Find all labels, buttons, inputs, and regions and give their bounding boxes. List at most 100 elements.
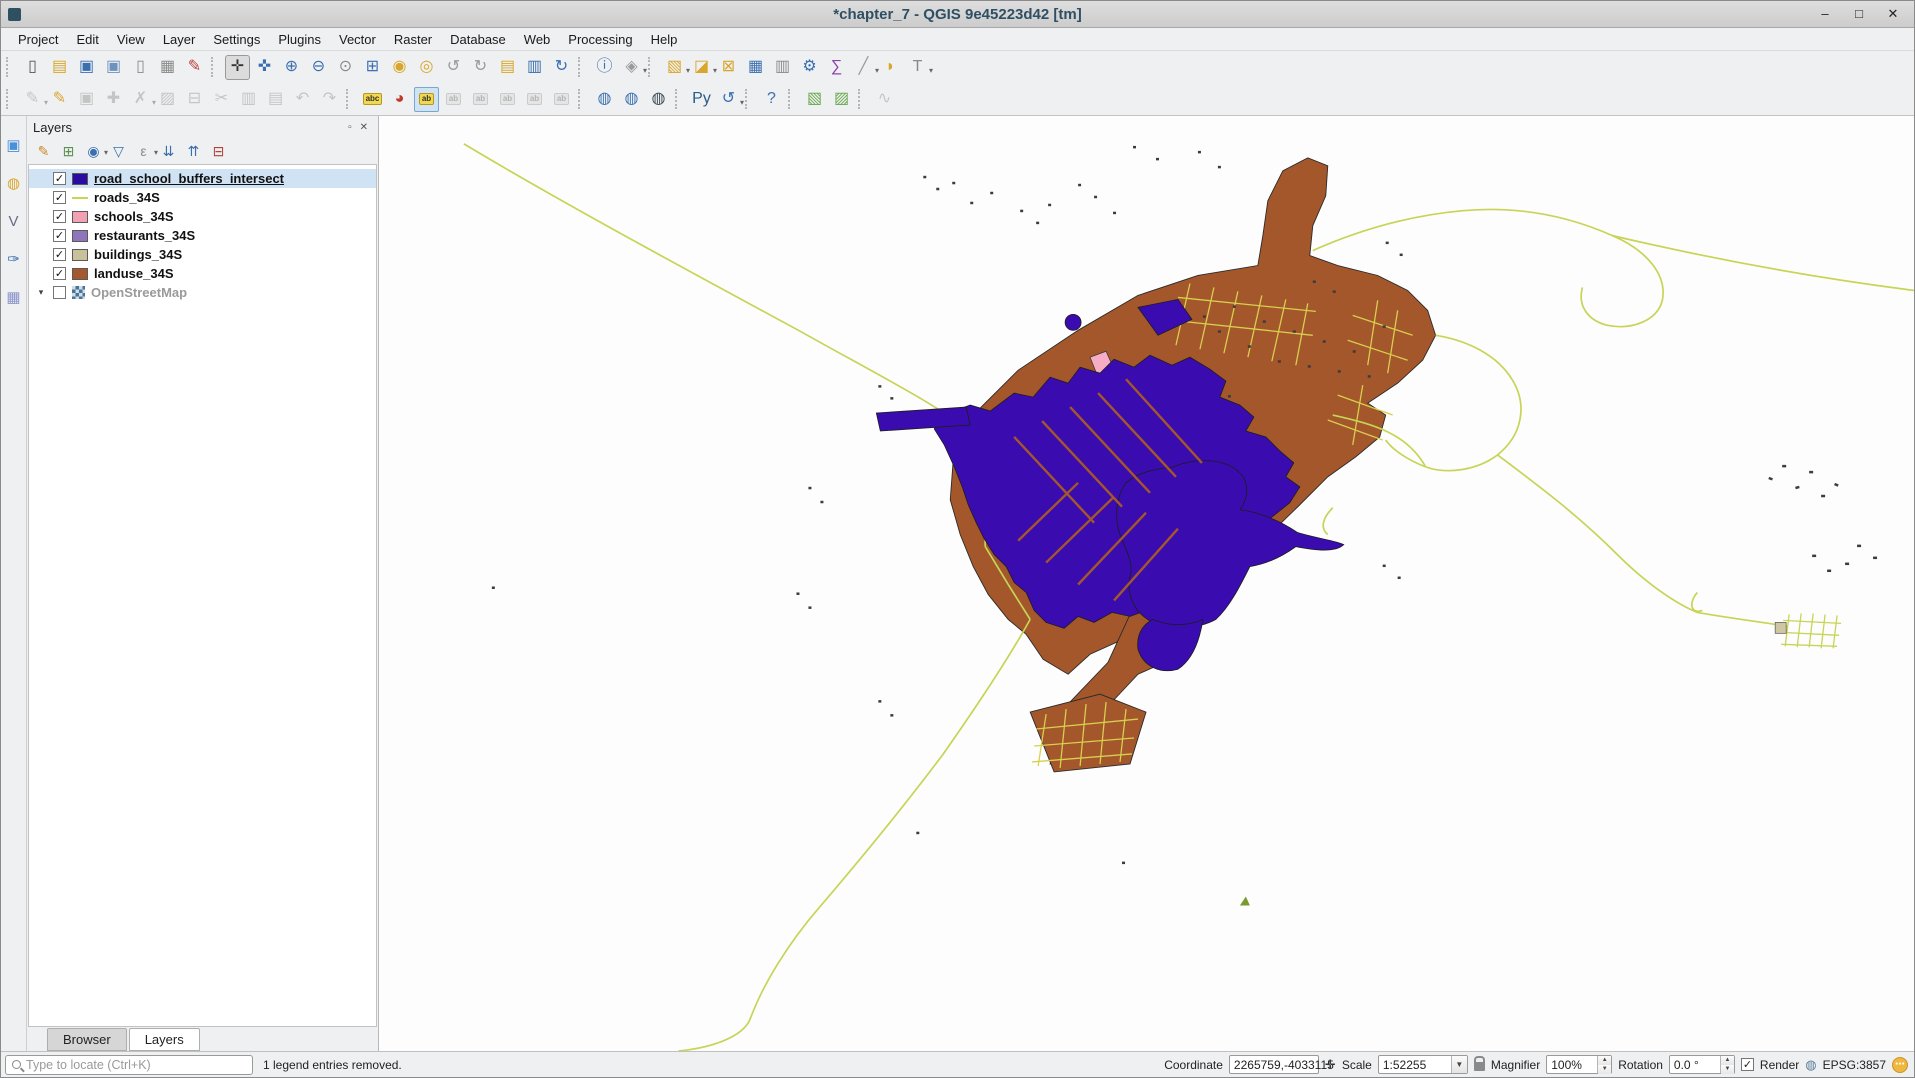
metasearch-button[interactable]: ◍ [592, 87, 617, 112]
processing-history-button[interactable]: ↺ [716, 87, 741, 112]
pan-to-selection-button[interactable]: ✜ [252, 55, 277, 80]
save-layer-edits-button[interactable]: ▣ [74, 87, 99, 112]
vertex-tool-button[interactable]: ✗ [128, 87, 153, 112]
python-console-button[interactable]: Py [689, 87, 714, 112]
refresh-map-button[interactable]: ↻ [549, 55, 574, 80]
add-feature-button[interactable]: ✚ [101, 87, 126, 112]
menu-view[interactable]: View [108, 30, 154, 49]
identify-features-button[interactable]: ⓘ [592, 55, 617, 80]
open-project-button[interactable]: ▤ [47, 55, 72, 80]
magnifier-spinbox[interactable]: 100% ▲▼ [1546, 1055, 1612, 1074]
deselect-features-button[interactable]: ⊠ [716, 55, 741, 80]
layer-checkbox[interactable] [53, 248, 66, 261]
filter-legend-button[interactable]: ▽ [107, 140, 130, 162]
new-print-layout-button[interactable]: ▯ [128, 55, 153, 80]
pin-labels-button[interactable]: ab [441, 87, 466, 112]
zoom-to-selection-button[interactable]: ◉ [387, 55, 412, 80]
quickmap-services-button[interactable]: ▧ [802, 87, 827, 112]
layer-checkbox[interactable] [53, 172, 66, 185]
new-spatial-bookmark-button[interactable]: ▤ [495, 55, 520, 80]
statistical-summary-button[interactable]: ▥ [770, 55, 795, 80]
add-delimited-text-layer-button[interactable]: V [3, 210, 25, 232]
maximize-button[interactable]: □ [1850, 6, 1868, 22]
statistics-panel-button[interactable]: ∑ [824, 55, 849, 80]
menu-settings[interactable]: Settings [204, 30, 269, 49]
filter-by-expression-button[interactable]: ε [132, 140, 155, 162]
open-attribute-table-button[interactable]: ▦ [743, 55, 768, 80]
help-contents-button[interactable]: ? [759, 87, 784, 112]
layer-item-roads-34s[interactable]: roads_34S [29, 188, 376, 207]
undo-button[interactable]: ↶ [290, 87, 315, 112]
menu-project[interactable]: Project [9, 30, 67, 49]
expand-all-button[interactable]: ⇊ [157, 140, 180, 162]
close-button[interactable]: ✕ [1884, 6, 1902, 22]
menu-vector[interactable]: Vector [330, 30, 385, 49]
menu-plugins[interactable]: Plugins [269, 30, 330, 49]
elevation-profile-button[interactable]: ∿ [872, 87, 897, 112]
change-label-button[interactable]: ab [522, 87, 547, 112]
layer-checkbox[interactable] [53, 229, 66, 242]
panel-close-button[interactable]: ✕ [356, 122, 372, 133]
text-annotation-button[interactable]: T [905, 55, 930, 80]
coordinate-input[interactable]: 2265759,-4033115 [1229, 1055, 1319, 1074]
tab-layers[interactable]: Layers [129, 1028, 200, 1051]
toggle-editing-button[interactable]: ✎ [47, 87, 72, 112]
map-tips-button[interactable]: ◗ [878, 55, 903, 80]
scale-combo[interactable]: 1:52255 ▼ [1378, 1055, 1468, 1074]
manage-map-themes-button[interactable]: ◉ [82, 140, 105, 162]
layer-labeling-button[interactable]: abc [360, 87, 385, 112]
cut-features-button[interactable]: ✂ [209, 87, 234, 112]
minimize-button[interactable]: – [1816, 6, 1834, 22]
delete-selected-button[interactable]: ⊟ [182, 87, 207, 112]
show-spatial-bookmarks-button[interactable]: ▥ [522, 55, 547, 80]
extents-toggle-icon[interactable]: ✛ [1325, 1057, 1336, 1073]
save-project-as-button[interactable]: ▣ [101, 55, 126, 80]
rotation-spinbox[interactable]: 0.0 ° ▲▼ [1669, 1055, 1735, 1074]
layer-expander-icon[interactable] [35, 287, 47, 298]
remove-layer-button[interactable]: ⊟ [207, 140, 230, 162]
new-project-button[interactable]: ▯ [20, 55, 45, 80]
current-edits-button[interactable]: ✎ [20, 87, 45, 112]
lock-icon[interactable] [1474, 1062, 1485, 1071]
move-label-button[interactable]: ab [495, 87, 520, 112]
copy-features-button[interactable]: ▥ [236, 87, 261, 112]
spin-down-icon[interactable]: ▼ [1721, 1065, 1734, 1074]
processing-toolbox-button[interactable]: ⚙ [797, 55, 822, 80]
menu-processing[interactable]: Processing [559, 30, 641, 49]
web-search-button[interactable]: ◍ [646, 87, 671, 112]
layer-checkbox[interactable] [53, 191, 66, 204]
save-project-button[interactable]: ▣ [74, 55, 99, 80]
add-vector-layer-button[interactable]: ◍ [3, 172, 25, 194]
open-layer-styling-button[interactable]: ✎ [32, 140, 55, 162]
labeling-options-button[interactable]: ab [414, 87, 439, 112]
modify-attributes-button[interactable]: ▨ [155, 87, 180, 112]
render-checkbox[interactable]: ✓ [1741, 1058, 1754, 1071]
data-source-manager-button[interactable]: ▣ [3, 134, 25, 156]
zoom-to-layer-button[interactable]: ◎ [414, 55, 439, 80]
layer-item-openstreetmap[interactable]: OpenStreetMap [29, 283, 376, 302]
web-service-add-button[interactable]: ◍ [619, 87, 644, 112]
menu-web[interactable]: Web [515, 30, 560, 49]
layer-checkbox[interactable] [53, 210, 66, 223]
paste-features-button[interactable]: ▤ [263, 87, 288, 112]
redo-button[interactable]: ↷ [317, 87, 342, 112]
locate-input[interactable]: Type to locate (Ctrl+K) [5, 1055, 253, 1075]
spin-down-icon[interactable]: ▼ [1598, 1065, 1611, 1074]
menu-layer[interactable]: Layer [154, 30, 205, 49]
zoom-native-button[interactable]: ⊙ [333, 55, 358, 80]
menu-database[interactable]: Database [441, 30, 515, 49]
spin-up-icon[interactable]: ▲ [1721, 1056, 1734, 1065]
zoom-full-button[interactable]: ⊞ [360, 55, 385, 80]
menu-raster[interactable]: Raster [385, 30, 441, 49]
pan-map-button[interactable]: ✛ [225, 55, 250, 80]
run-feature-action-button[interactable]: ◈ [619, 55, 644, 80]
layer-checkbox[interactable] [53, 286, 66, 299]
chevron-down-icon[interactable]: ▼ [1451, 1056, 1467, 1073]
zoom-last-button[interactable]: ↺ [441, 55, 466, 80]
layer-item-buildings-34s[interactable]: buildings_34S [29, 245, 376, 264]
grass-tools-button[interactable]: ▦ [3, 286, 25, 308]
collapse-all-button[interactable]: ⇈ [182, 140, 205, 162]
layer-checkbox[interactable] [53, 267, 66, 280]
rotate-label-button[interactable]: ab [549, 87, 574, 112]
select-by-form-button[interactable]: ◪ [689, 55, 714, 80]
